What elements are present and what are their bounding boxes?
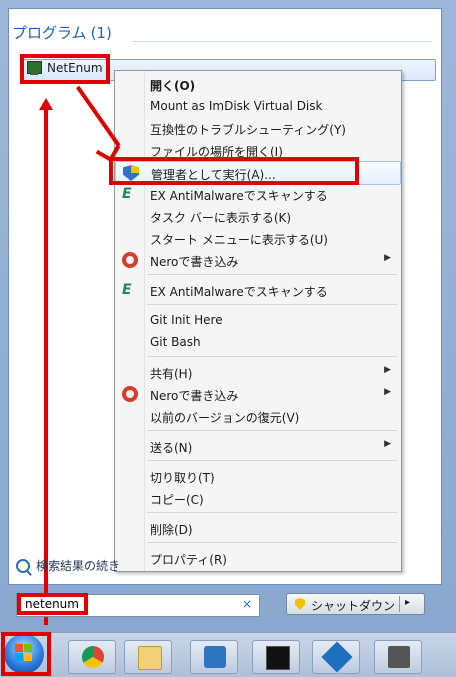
menu-git-init-label: Git Init Here	[150, 313, 223, 327]
sublime-icon	[388, 646, 410, 668]
menu-git-bash-label: Git Bash	[150, 335, 201, 349]
menu-ex-scan-2[interactable]: E EX AntiMalwareでスキャンする	[115, 279, 401, 301]
shutdown-label: シャットダウン	[311, 599, 396, 613]
menu-nero-burn-2-label: Neroで書き込み	[150, 389, 239, 403]
chevron-right-icon[interactable]: ▸	[405, 597, 410, 608]
nero-icon	[122, 386, 138, 402]
virtualbox-taskbar-button[interactable]	[312, 640, 360, 674]
cmd-taskbar-button[interactable]	[252, 640, 300, 674]
menu-send-to[interactable]: 送る(N) ▶	[115, 435, 401, 457]
cmd-icon	[266, 646, 290, 670]
programs-title: プログラム	[12, 24, 87, 42]
menu-mount-imdisk[interactable]: Mount as ImDisk Virtual Disk	[115, 95, 401, 117]
menu-pin-start-label: スタート メニューに表示する(U)	[150, 233, 328, 247]
menu-ex-scan-2-label: EX AntiMalwareでスキャンする	[150, 285, 328, 299]
menu-open-label: 開く(O)	[150, 79, 196, 93]
menu-git-bash[interactable]: Git Bash	[115, 331, 401, 353]
menu-nero-burn-2[interactable]: Neroで書き込み ▶	[115, 383, 401, 405]
menu-cut[interactable]: 切り取り(T)	[115, 465, 401, 487]
sublime-taskbar-button[interactable]	[374, 640, 422, 674]
menu-copy-label: コピー(C)	[150, 493, 204, 507]
explorer-icon	[138, 646, 162, 670]
menu-git-init[interactable]: Git Init Here	[115, 309, 401, 331]
menu-send-to-label: 送る(N)	[150, 441, 193, 455]
chevron-right-icon: ▶	[384, 387, 391, 397]
menu-ex-scan-1-label: EX AntiMalwareでスキャンする	[150, 189, 328, 203]
menu-share-label: 共有(H)	[150, 367, 193, 381]
clear-icon[interactable]: ×	[242, 597, 252, 611]
nero-icon	[122, 252, 138, 268]
explorer-taskbar-button[interactable]	[124, 640, 172, 674]
chrome-icon	[82, 646, 104, 668]
programs-count: (1)	[90, 24, 112, 42]
brackets-icon	[204, 646, 226, 668]
menu-separator	[147, 430, 397, 431]
menu-separator	[147, 460, 397, 461]
menu-mount-imdisk-label: Mount as ImDisk Virtual Disk	[150, 99, 323, 113]
menu-separator	[147, 304, 397, 305]
ex-antimalware-icon: E	[122, 282, 132, 298]
menu-delete[interactable]: 削除(D)	[115, 517, 401, 539]
menu-properties[interactable]: プロパティ(R)	[115, 547, 401, 569]
chevron-right-icon: ▶	[384, 365, 391, 375]
programs-heading: プログラム (1)	[8, 22, 112, 43]
upward-arrow-head	[39, 98, 53, 110]
menu-separator	[147, 512, 397, 513]
virtualbox-icon	[321, 641, 353, 673]
menu-nero-burn-1-label: Neroで書き込み	[150, 255, 239, 269]
menu-copy[interactable]: コピー(C)	[115, 487, 401, 509]
see-more-results-label: 検索結果の続き	[36, 559, 121, 573]
menu-compatibility[interactable]: 互換性のトラブルシューティング(Y)	[115, 117, 401, 139]
menu-cut-label: 切り取り(T)	[150, 471, 215, 485]
menu-delete-label: 削除(D)	[150, 523, 193, 537]
chevron-right-icon: ▶	[384, 439, 391, 449]
menu-separator	[147, 542, 397, 543]
menu-ex-scan-1[interactable]: E EX AntiMalwareでスキャンする	[115, 183, 401, 205]
uac-shield-icon	[295, 598, 305, 610]
taskbar	[0, 632, 456, 677]
context-menu: 開く(O) Mount as ImDisk Virtual Disk 互換性のト…	[114, 70, 402, 572]
menu-compatibility-label: 互換性のトラブルシューティング(Y)	[150, 123, 346, 137]
menu-pin-taskbar-label: タスク バーに表示する(K)	[150, 211, 292, 225]
search-highlight-box	[17, 593, 88, 615]
menu-pin-taskbar[interactable]: タスク バーに表示する(K)	[115, 205, 401, 227]
menu-nero-burn-1[interactable]: Neroで書き込み ▶	[115, 249, 401, 271]
see-more-results[interactable]: 検索結果の続き	[16, 557, 120, 574]
brackets-taskbar-button[interactable]	[190, 640, 238, 674]
menu-restore-versions-label: 以前のバージョンの復元(V)	[150, 411, 300, 425]
ex-antimalware-icon: E	[122, 186, 132, 202]
search-icon	[16, 558, 30, 573]
menu-open[interactable]: 開く(O)	[115, 73, 401, 95]
menu-separator	[147, 356, 397, 357]
menu-share[interactable]: 共有(H) ▶	[115, 361, 401, 383]
upward-arrow	[44, 105, 48, 625]
menu-pin-start[interactable]: スタート メニューに表示する(U)	[115, 227, 401, 249]
run-as-admin-highlight-box	[109, 157, 359, 185]
menu-restore-versions[interactable]: 以前のバージョンの復元(V)	[115, 405, 401, 427]
netenum-highlight-box	[20, 54, 110, 84]
shutdown-button[interactable]: シャットダウン ▸	[286, 593, 425, 615]
chevron-right-icon: ▶	[384, 253, 391, 263]
start-highlight-box	[1, 632, 51, 676]
chrome-taskbar-button[interactable]	[68, 640, 116, 674]
heading-divider	[132, 41, 432, 42]
menu-properties-label: プロパティ(R)	[150, 553, 227, 567]
menu-separator	[147, 274, 397, 275]
